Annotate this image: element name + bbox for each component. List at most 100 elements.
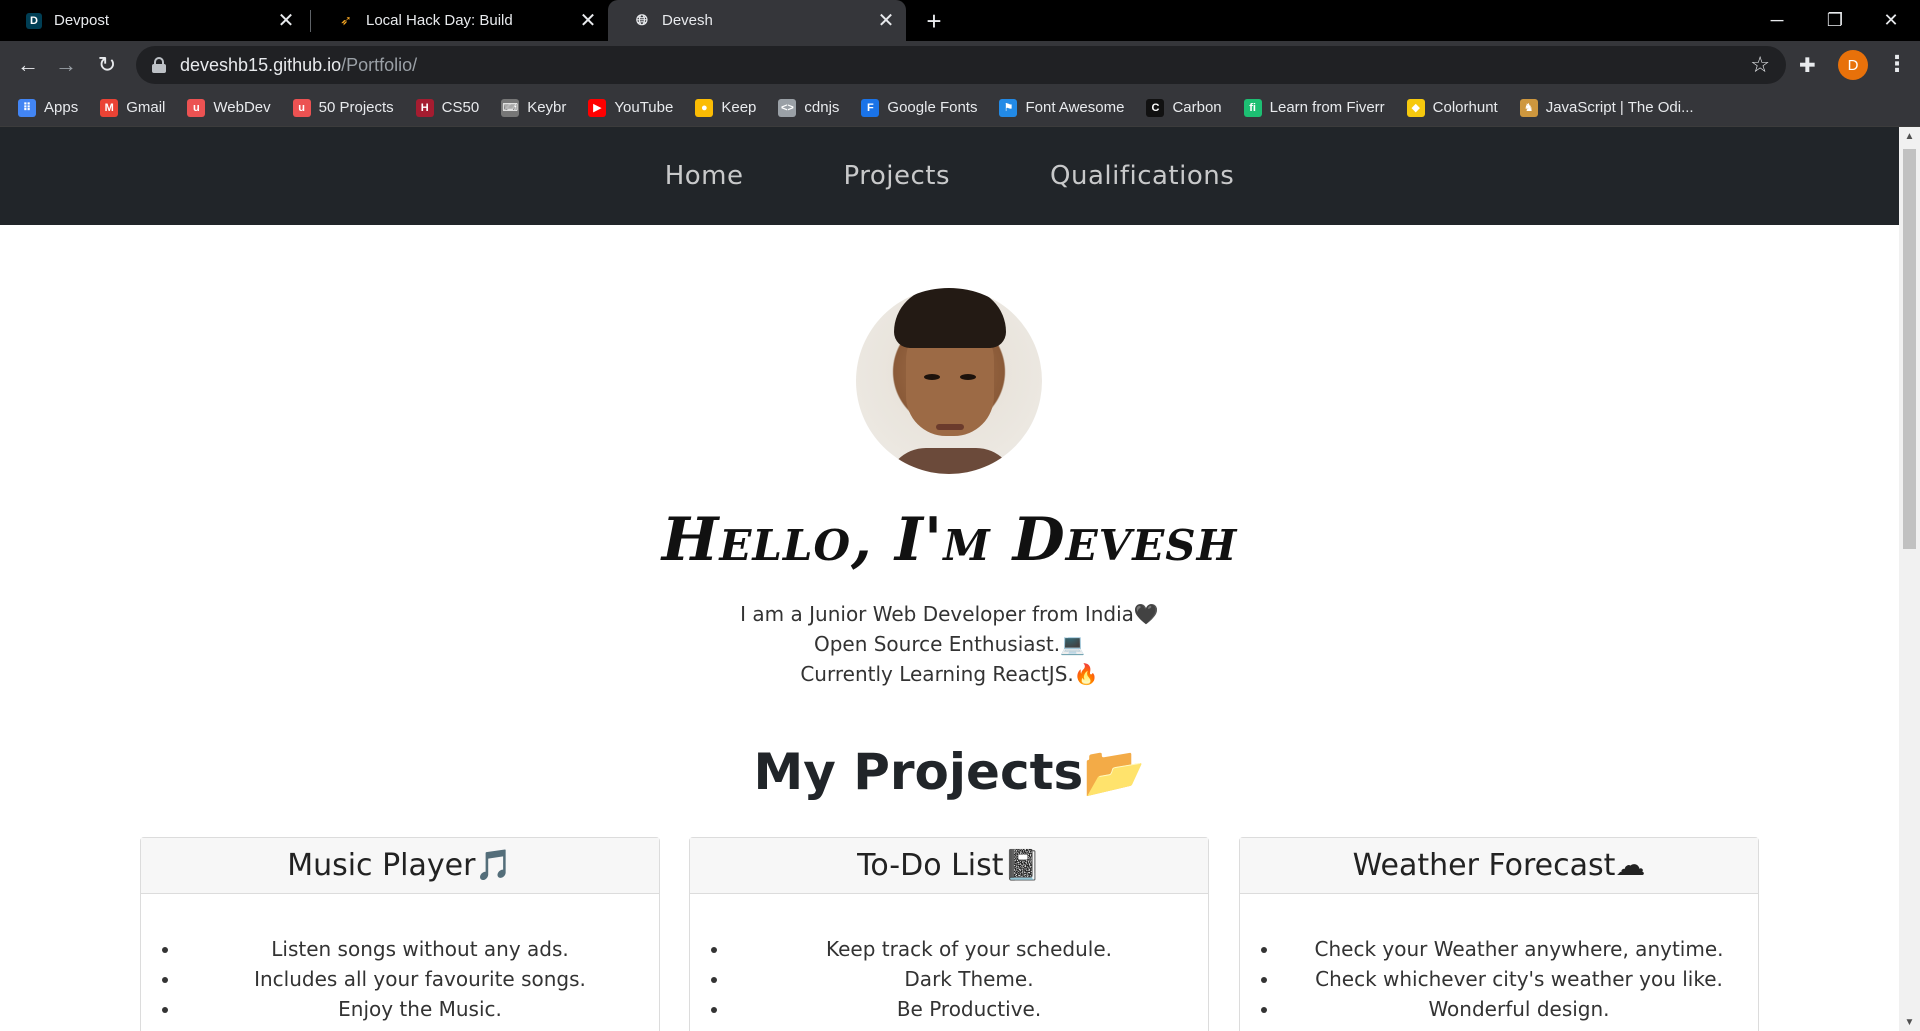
new-tab-button[interactable]: + [918,6,950,36]
hero-heading: Hello, I'm Devesh [661,505,1238,575]
bookmark-item[interactable]: ♞ JavaScript | The Odi... [1519,98,1694,117]
bookmark-label: Keep [721,99,757,116]
scroll-down-arrow-icon[interactable]: ▼ [1899,1013,1920,1031]
bookmark-item[interactable]: ⚑ Font Awesome [999,98,1124,117]
close-icon[interactable]: ✕ [274,9,298,33]
list-item: Enjoy the Music. [181,994,659,1024]
tab-devpost[interactable]: D Devpost ✕ [0,0,306,41]
intro-line: Open Source Enthusiast.💻 [813,632,1086,656]
lock-icon[interactable] [152,57,166,73]
mlh-icon: ➶ [340,12,352,28]
card-feature-list: Check your Weather anywhere, anytime. Ch… [1240,894,1758,1024]
extensions-puzzle-icon[interactable]: ✚ [1799,53,1816,78]
bookmark-item[interactable]: ⌨ Keybr [501,98,567,117]
bookmark-label: CS50 [441,99,480,116]
bookmark-item[interactable]: C Carbon [1146,98,1222,117]
list-item: Listen songs without any ads. [181,934,659,964]
card-title: To-Do List📓 [690,838,1208,894]
harvard-icon: H [415,98,434,117]
code-icon: <> [778,98,797,117]
scrollbar-thumb[interactable] [1903,149,1916,549]
bookmark-item[interactable]: F Google Fonts [861,98,977,117]
bookmarks-bar: ⠿ Apps M Gmail u WebDev u 50 Projects H CS50 ⌨ Keyb… [0,89,1920,127]
project-card-todo-list[interactable]: To-Do List📓 Keep track of your schedule.… [689,837,1209,1031]
fiverr-icon: fi [1243,98,1262,117]
keep-icon: ● [695,98,714,117]
restore-button[interactable]: ❐ [1806,0,1864,41]
profile-avatar[interactable]: D [1838,50,1868,80]
odin-icon: ♞ [1519,98,1538,117]
close-icon[interactable]: ✕ [874,9,898,33]
url-host: deveshb15.github.io [180,54,342,75]
bookmark-item[interactable]: fi Learn from Fiverr [1243,98,1385,117]
card-feature-list: Keep track of your schedule. Dark Theme.… [690,894,1208,1024]
menu-kebab-icon[interactable]: ⋮ [1886,51,1908,77]
globe-icon: 🌐︎ [635,12,648,29]
close-icon[interactable]: ✕ [576,9,600,33]
tab-separator [310,10,311,32]
bookmark-item[interactable]: ● Keep [695,98,757,117]
bookmark-item[interactable]: ⠿ Apps [18,98,79,117]
bookmark-label: Colorhunt [1432,99,1498,116]
bookmark-item[interactable]: ◆ Colorhunt [1406,98,1498,117]
card-feature-list: Listen songs without any ads. Includes a… [141,894,659,1024]
reload-button[interactable]: ↻ [91,49,123,81]
bookmark-item[interactable]: ▶ YouTube [588,98,673,117]
apps-grid-icon: ⠿ [18,98,36,117]
card-title: Music Player🎵 [141,838,659,894]
udemy-icon: u [187,98,206,117]
youtube-icon: ▶ [588,98,607,117]
intro-line: Currently Learning ReactJS.🔥 [800,662,1099,686]
keyboard-icon: ⌨ [501,98,520,117]
gmail-icon: M [100,98,119,117]
tab-devesh[interactable]: 🌐︎ Devesh ✕ [608,0,906,41]
bookmark-item[interactable]: <> cdnjs [778,98,840,117]
list-item: Keep track of your schedule. [730,934,1208,964]
bookmark-item[interactable]: u WebDev [187,98,271,117]
list-item: Be Productive. [730,994,1208,1024]
forward-button[interactable]: → [50,49,82,81]
bookmark-label: Carbon [1172,99,1222,116]
nav-home[interactable]: Home [665,161,744,191]
flag-icon: ⚑ [999,98,1018,117]
bookmark-label: Learn from Fiverr [1269,99,1385,116]
carbon-icon: C [1146,98,1165,117]
project-card-music-player[interactable]: Music Player🎵 Listen songs without any a… [140,837,660,1031]
site-navbar: Home Projects Qualifications [0,127,1899,225]
bookmark-item[interactable]: M Gmail [100,98,166,117]
list-item: Includes all your favourite songs. [181,964,659,994]
vertical-scrollbar[interactable]: ▲ ▼ [1899,127,1920,1031]
card-title: Weather Forecast☁ [1240,838,1758,894]
nav-qualifications[interactable]: Qualifications [1050,161,1234,191]
address-bar[interactable]: deveshb15.github.io /Portfolio/ ☆ [136,46,1786,84]
bookmark-label: Keybr [527,99,567,116]
list-item: Check your Weather anywhere, anytime. [1280,934,1758,964]
bookmark-label: Gmail [126,99,166,116]
url-path: /Portfolio/ [341,54,418,75]
tab-title: Devpost [54,12,110,29]
tab-title: Devesh [662,12,713,29]
list-item: Check whichever city's weather you like. [1280,964,1758,994]
tab-local-hack-day[interactable]: ➶ Local Hack Day: Build ✕ [312,0,608,41]
google-fonts-icon: F [861,98,880,117]
list-item: Wonderful design. [1280,994,1758,1024]
bookmark-label: WebDev [213,99,271,116]
bookmark-label: 50 Projects [318,99,394,116]
list-item: Dark Theme. [730,964,1208,994]
bookmark-label: Apps [44,99,79,116]
hero-intro: I am a Junior Web Developer from India🖤 … [0,599,1899,689]
devpost-icon: D [26,12,42,29]
window-close-button[interactable]: ✕ [1862,0,1920,41]
bookmark-label: cdnjs [804,99,840,116]
intro-line: I am a Junior Web Developer from India🖤 [740,602,1159,626]
nav-projects[interactable]: Projects [843,161,950,191]
back-button[interactable]: ← [12,49,44,81]
scroll-up-arrow-icon[interactable]: ▲ [1899,127,1920,145]
minimize-button[interactable]: ─ [1748,0,1806,41]
project-card-weather-forecast[interactable]: Weather Forecast☁ Check your Weather any… [1239,837,1759,1031]
bookmark-item[interactable]: H CS50 [415,98,480,117]
colorhunt-icon: ◆ [1406,98,1425,117]
bookmark-item[interactable]: u 50 Projects [292,98,394,117]
bookmark-star-icon[interactable]: ☆ [1750,52,1770,78]
tab-title: Local Hack Day: Build [366,12,513,29]
